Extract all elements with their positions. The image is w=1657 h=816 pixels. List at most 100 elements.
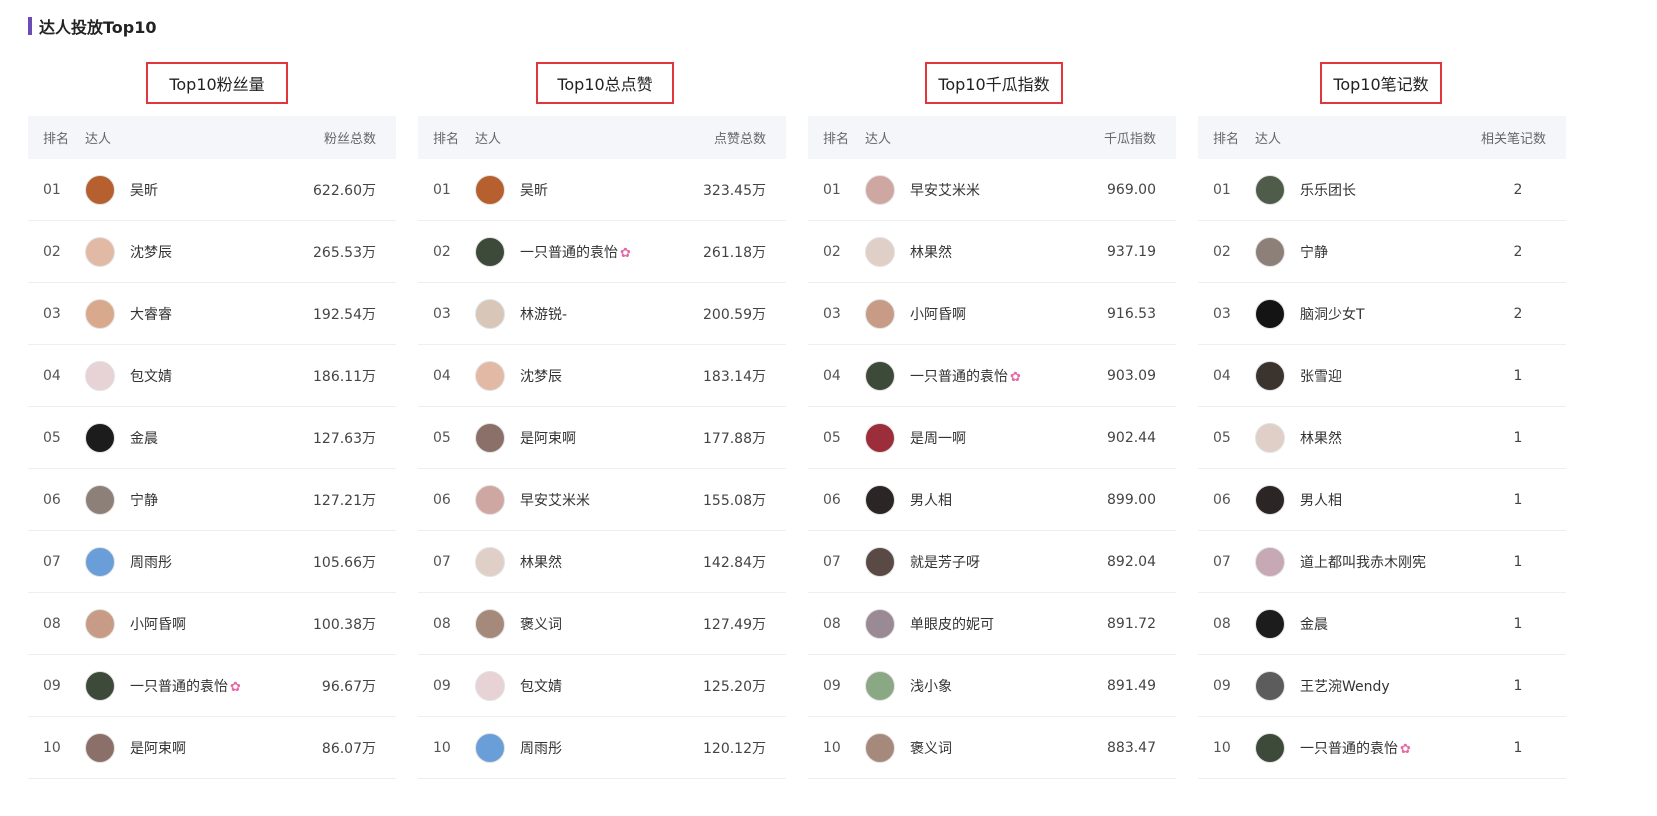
avatar[interactable] (475, 484, 505, 515)
avatar[interactable] (1255, 484, 1285, 515)
influencer-name-text[interactable]: 单眼皮的妮可 (910, 617, 994, 633)
avatar[interactable] (475, 608, 505, 639)
influencer-name[interactable]: 王艺涴Wendy (1300, 676, 1470, 696)
avatar[interactable] (85, 360, 115, 391)
table-row[interactable]: 05 林果然 1 (1198, 407, 1566, 469)
table-row[interactable]: 05 是周一啊 902.44 (808, 407, 1176, 469)
influencer-name[interactable]: 一只普通的袁怡 ✿ (910, 366, 1056, 386)
influencer-name[interactable]: 早安艾米米 (910, 180, 1056, 200)
influencer-name[interactable]: 早安艾米米 (520, 490, 666, 510)
influencer-name[interactable]: 林游锐- (520, 304, 666, 324)
table-row[interactable]: 10 是阿束啊 86.07万 (28, 717, 396, 779)
influencer-name[interactable]: 宁静 (1300, 242, 1470, 262)
table-row[interactable]: 04 包文婧 186.11万 (28, 345, 396, 407)
avatar[interactable] (85, 732, 115, 763)
influencer-name-text[interactable]: 林果然 (520, 555, 562, 571)
influencer-name-text[interactable]: 小阿昏啊 (910, 307, 966, 323)
influencer-name[interactable]: 浅小象 (910, 676, 1056, 696)
table-row[interactable]: 05 是阿束啊 177.88万 (418, 407, 786, 469)
avatar[interactable] (865, 608, 895, 639)
influencer-name-text[interactable]: 是阿束啊 (130, 741, 186, 757)
avatar[interactable] (1255, 546, 1285, 577)
table-row[interactable]: 10 褒义词 883.47 (808, 717, 1176, 779)
influencer-name[interactable]: 包文婧 (130, 366, 276, 386)
influencer-name-text[interactable]: 就是芳子呀 (910, 555, 980, 571)
influencer-name-text[interactable]: 包文婧 (130, 369, 172, 385)
influencer-name-text[interactable]: 褒义词 (520, 617, 562, 633)
influencer-name[interactable]: 宁静 (130, 490, 276, 510)
influencer-name[interactable]: 林果然 (910, 242, 1056, 262)
influencer-name-text[interactable]: 浅小象 (910, 679, 952, 695)
influencer-name-text[interactable]: 沈梦辰 (130, 245, 172, 261)
influencer-name-text[interactable]: 一只普通的袁怡 (520, 245, 618, 261)
table-row[interactable]: 03 林游锐- 200.59万 (418, 283, 786, 345)
influencer-name-text[interactable]: 吴昕 (520, 183, 548, 199)
table-row[interactable]: 10 周雨彤 120.12万 (418, 717, 786, 779)
table-row[interactable]: 05 金晨 127.63万 (28, 407, 396, 469)
influencer-name[interactable]: 张雪迎 (1300, 366, 1470, 386)
influencer-name-text[interactable]: 早安艾米米 (910, 183, 980, 199)
influencer-name[interactable]: 周雨彤 (130, 552, 276, 572)
influencer-name[interactable]: 包文婧 (520, 676, 666, 696)
influencer-name-text[interactable]: 男人相 (910, 493, 952, 509)
influencer-name-text[interactable]: 金晨 (130, 431, 158, 447)
avatar[interactable] (865, 236, 895, 267)
influencer-name-text[interactable]: 林果然 (910, 245, 952, 261)
table-row[interactable]: 08 褒义词 127.49万 (418, 593, 786, 655)
table-row[interactable]: 09 一只普通的袁怡 ✿ 96.67万 (28, 655, 396, 717)
table-row[interactable]: 04 张雪迎 1 (1198, 345, 1566, 407)
table-row[interactable]: 06 宁静 127.21万 (28, 469, 396, 531)
avatar[interactable] (85, 298, 115, 329)
avatar[interactable] (1255, 174, 1285, 205)
table-row[interactable]: 04 沈梦辰 183.14万 (418, 345, 786, 407)
influencer-name-text[interactable]: 金晨 (1300, 617, 1328, 633)
table-row[interactable]: 03 大睿睿 192.54万 (28, 283, 396, 345)
influencer-name-text[interactable]: 一只普通的袁怡 (910, 369, 1008, 385)
influencer-name-text[interactable]: 大睿睿 (130, 307, 172, 323)
influencer-name[interactable]: 林果然 (1300, 428, 1470, 448)
avatar[interactable] (865, 732, 895, 763)
influencer-name-text[interactable]: 道上都叫我赤木刚宪 (1300, 555, 1426, 571)
influencer-name-text[interactable]: 林游锐- (520, 307, 567, 323)
table-row[interactable]: 08 金晨 1 (1198, 593, 1566, 655)
table-row[interactable]: 02 沈梦辰 265.53万 (28, 221, 396, 283)
avatar[interactable] (475, 670, 505, 701)
avatar[interactable] (475, 236, 505, 267)
avatar[interactable] (85, 670, 115, 701)
influencer-name[interactable]: 乐乐团长 (1300, 180, 1470, 200)
influencer-name-text[interactable]: 脑洞少女T (1300, 307, 1365, 323)
avatar[interactable] (865, 422, 895, 453)
influencer-name-text[interactable]: 是周一啊 (910, 431, 966, 447)
avatar[interactable] (865, 546, 895, 577)
influencer-name-text[interactable]: 小阿昏啊 (130, 617, 186, 633)
avatar[interactable] (85, 608, 115, 639)
avatar[interactable] (85, 546, 115, 577)
avatar[interactable] (85, 484, 115, 515)
influencer-name[interactable]: 吴昕 (520, 180, 666, 200)
table-row[interactable]: 06 男人相 1 (1198, 469, 1566, 531)
avatar[interactable] (475, 546, 505, 577)
influencer-name[interactable]: 褒义词 (520, 614, 666, 634)
influencer-name-text[interactable]: 吴昕 (130, 183, 158, 199)
table-row[interactable]: 09 包文婧 125.20万 (418, 655, 786, 717)
influencer-name[interactable]: 是阿束啊 (520, 428, 666, 448)
avatar[interactable] (1255, 360, 1285, 391)
influencer-name[interactable]: 是阿束啊 (130, 738, 276, 758)
table-row[interactable]: 09 王艺涴Wendy 1 (1198, 655, 1566, 717)
table-row[interactable]: 06 男人相 899.00 (808, 469, 1176, 531)
avatar[interactable] (85, 174, 115, 205)
table-row[interactable]: 02 宁静 2 (1198, 221, 1566, 283)
avatar[interactable] (475, 422, 505, 453)
avatar[interactable] (475, 732, 505, 763)
influencer-name-text[interactable]: 乐乐团长 (1300, 183, 1356, 199)
avatar[interactable] (475, 174, 505, 205)
influencer-name[interactable]: 一只普通的袁怡 ✿ (1300, 738, 1470, 758)
table-row[interactable]: 07 道上都叫我赤木刚宪 1 (1198, 531, 1566, 593)
influencer-name[interactable]: 一只普通的袁怡 ✿ (130, 676, 276, 696)
table-row[interactable]: 01 乐乐团长 2 (1198, 159, 1566, 221)
table-row[interactable]: 08 小阿昏啊 100.38万 (28, 593, 396, 655)
table-row[interactable]: 02 一只普通的袁怡 ✿ 261.18万 (418, 221, 786, 283)
influencer-name[interactable]: 吴昕 (130, 180, 276, 200)
avatar[interactable] (1255, 236, 1285, 267)
influencer-name-text[interactable]: 宁静 (1300, 245, 1328, 261)
